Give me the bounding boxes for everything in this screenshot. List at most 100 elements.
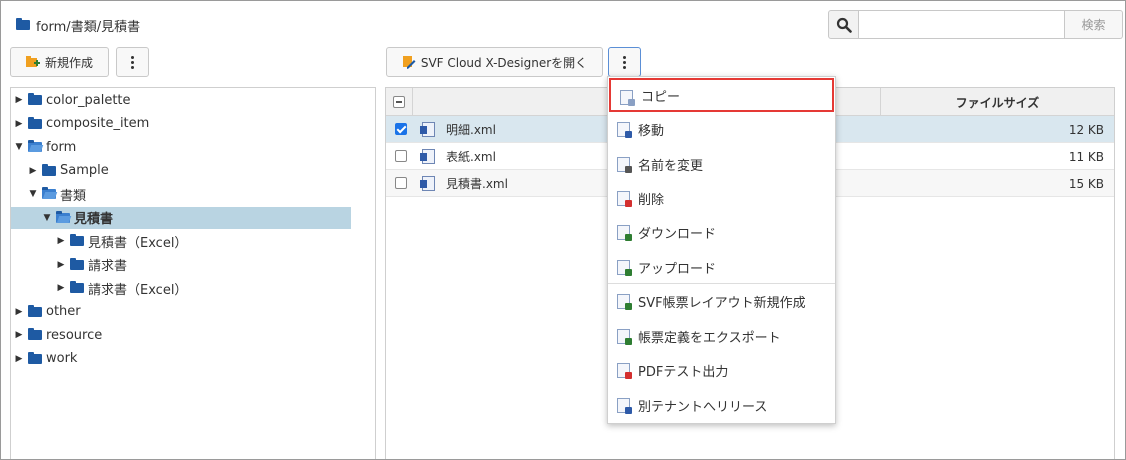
expand-arrow-icon[interactable]: ▶ — [14, 330, 24, 340]
search-bar: 検索 — [828, 10, 1123, 39]
menu-item-label: 帳票定義をエクスポート — [638, 330, 781, 346]
file-size: 11 KB — [1068, 149, 1104, 164]
tree-item-label: form — [46, 139, 77, 155]
tree-item-label: 見積書 — [74, 212, 114, 227]
expand-arrow-icon[interactable]: ▶ — [56, 283, 66, 293]
tree-item[interactable]: ▶ other — [11, 301, 351, 323]
new-button-label: 新規作成 — [44, 55, 93, 70]
export-icon — [617, 329, 632, 345]
collapse-arrow-icon[interactable]: ▼ — [28, 189, 38, 199]
tree-item[interactable]: ▶ 請求書（Excel） — [11, 277, 351, 299]
menu-item-label: 名前を変更 — [638, 158, 704, 174]
delete-icon — [617, 191, 632, 207]
tree-item-label: color_palette — [46, 92, 131, 108]
search-button[interactable]: 検索 — [1065, 10, 1123, 39]
tree-item[interactable]: ▶ Sample — [11, 160, 351, 182]
rename-icon — [617, 157, 632, 173]
expand-arrow-icon[interactable]: ▶ — [14, 354, 24, 364]
folder-icon — [16, 18, 30, 30]
menu-item-pdf-print[interactable]: PDFテスト出力 — [608, 353, 835, 387]
tree-item[interactable]: ▼ 見積書 — [11, 206, 351, 229]
menu-item-copy[interactable]: コピー — [609, 78, 834, 112]
new-button[interactable]: 新規作成 — [10, 47, 109, 77]
file-size: 12 KB — [1068, 122, 1104, 137]
folder-icon — [42, 163, 56, 176]
menu-item-delete[interactable]: 削除 — [608, 181, 835, 215]
context-menu: コピー 移動名前を変更削除ダウンロード アップロード SVF帳票レイアウト新規作成帳票… — [607, 76, 836, 424]
open-designer-button[interactable]: SVF Cloud X-Designerを開く — [386, 47, 603, 77]
menu-item-new-layout[interactable]: SVF帳票レイアウト新規作成 — [608, 284, 835, 318]
folder-icon — [28, 140, 42, 152]
folder-icon — [28, 304, 42, 317]
collapse-arrow-icon[interactable]: ▼ — [42, 213, 52, 223]
tree-item-label: 見積書（Excel） — [88, 235, 188, 251]
search-icon — [836, 17, 852, 33]
expand-arrow-icon[interactable]: ▶ — [14, 119, 24, 129]
expand-arrow-icon[interactable]: ▶ — [14, 95, 24, 105]
search-input[interactable] — [859, 10, 1065, 39]
folder-icon — [56, 210, 70, 223]
tree-item[interactable]: ▶ 請求書 — [11, 254, 351, 276]
row-checkbox[interactable] — [395, 150, 407, 162]
download-icon — [617, 225, 632, 241]
upload-icon — [617, 260, 632, 276]
menu-item-label: ダウンロード — [638, 226, 717, 242]
file-name[interactable]: 表紙.xml — [446, 143, 496, 170]
kebab-icon — [623, 55, 626, 69]
collapse-arrow-icon[interactable]: ▼ — [14, 142, 24, 152]
menu-item-upload[interactable]: アップロード — [608, 250, 835, 284]
tree-item[interactable]: ▶ resource — [11, 324, 351, 346]
menu-item-label: 削除 — [638, 192, 665, 208]
expand-arrow-icon[interactable]: ▶ — [28, 166, 38, 176]
expand-arrow-icon[interactable]: ▶ — [56, 260, 66, 270]
tree-item-label: composite_item — [46, 116, 150, 131]
pdf-print-icon — [617, 363, 632, 379]
menu-item-download[interactable]: ダウンロード — [608, 215, 835, 249]
search-icon-button[interactable] — [828, 10, 859, 39]
release-icon — [617, 398, 632, 414]
file-name[interactable]: 見積書.xml — [446, 170, 508, 197]
menu-item-release[interactable]: 別テナントへリリース — [608, 388, 835, 422]
designer-icon — [402, 56, 416, 69]
row-checkbox[interactable] — [395, 177, 407, 189]
tree-item-label: Sample — [60, 163, 109, 178]
move-icon — [617, 122, 632, 138]
tree-item-label: work — [46, 351, 78, 366]
tree-item-label: 請求書 — [88, 259, 128, 274]
tree-item[interactable]: ▶ composite_item — [11, 113, 351, 135]
folder-icon — [70, 257, 84, 270]
file-more-button[interactable] — [608, 47, 641, 77]
tree-item[interactable]: ▼ form — [11, 136, 351, 158]
tree-item[interactable]: ▶ 見積書（Excel） — [11, 230, 351, 252]
folder-icon — [70, 281, 84, 293]
tree-item[interactable]: ▶ work — [11, 348, 351, 370]
menu-item-rename[interactable]: 名前を変更 — [608, 147, 835, 181]
folder-icon — [28, 93, 42, 105]
menu-item-label: アップロード — [638, 261, 717, 277]
xml-file-icon — [420, 149, 435, 164]
column-header-size[interactable]: ファイルサイズ — [881, 88, 1114, 116]
row-checkbox[interactable] — [395, 123, 407, 135]
folder-tree: ▶ color_palette ▶ composite_item ▼ form ▶ Sampl… — [10, 87, 376, 459]
menu-item-label: PDFテスト出力 — [638, 364, 729, 380]
menu-item-export[interactable]: 帳票定義をエクスポート — [608, 319, 835, 353]
xml-file-icon — [420, 122, 435, 137]
select-all-cell — [386, 88, 413, 116]
expand-arrow-icon[interactable]: ▶ — [56, 236, 66, 246]
tree-item[interactable]: ▼ 書類 — [11, 183, 351, 205]
breadcrumb: form/書類/見積書 — [16, 15, 140, 35]
kebab-icon — [131, 55, 134, 69]
select-all-checkbox[interactable] — [393, 96, 405, 108]
expand-arrow-icon[interactable]: ▶ — [14, 307, 24, 317]
new-layout-icon — [617, 294, 632, 310]
tree-item-label: resource — [46, 327, 103, 343]
file-name[interactable]: 明細.xml — [446, 116, 496, 143]
xml-file-icon — [420, 176, 435, 191]
new-folder-icon — [25, 55, 40, 67]
folder-icon — [28, 328, 42, 340]
tree-more-button[interactable] — [116, 47, 149, 77]
menu-item-move[interactable]: 移動 — [608, 112, 835, 146]
copy-icon — [620, 90, 635, 106]
tree-item-label: other — [46, 304, 81, 319]
tree-item[interactable]: ▶ color_palette — [11, 89, 351, 111]
